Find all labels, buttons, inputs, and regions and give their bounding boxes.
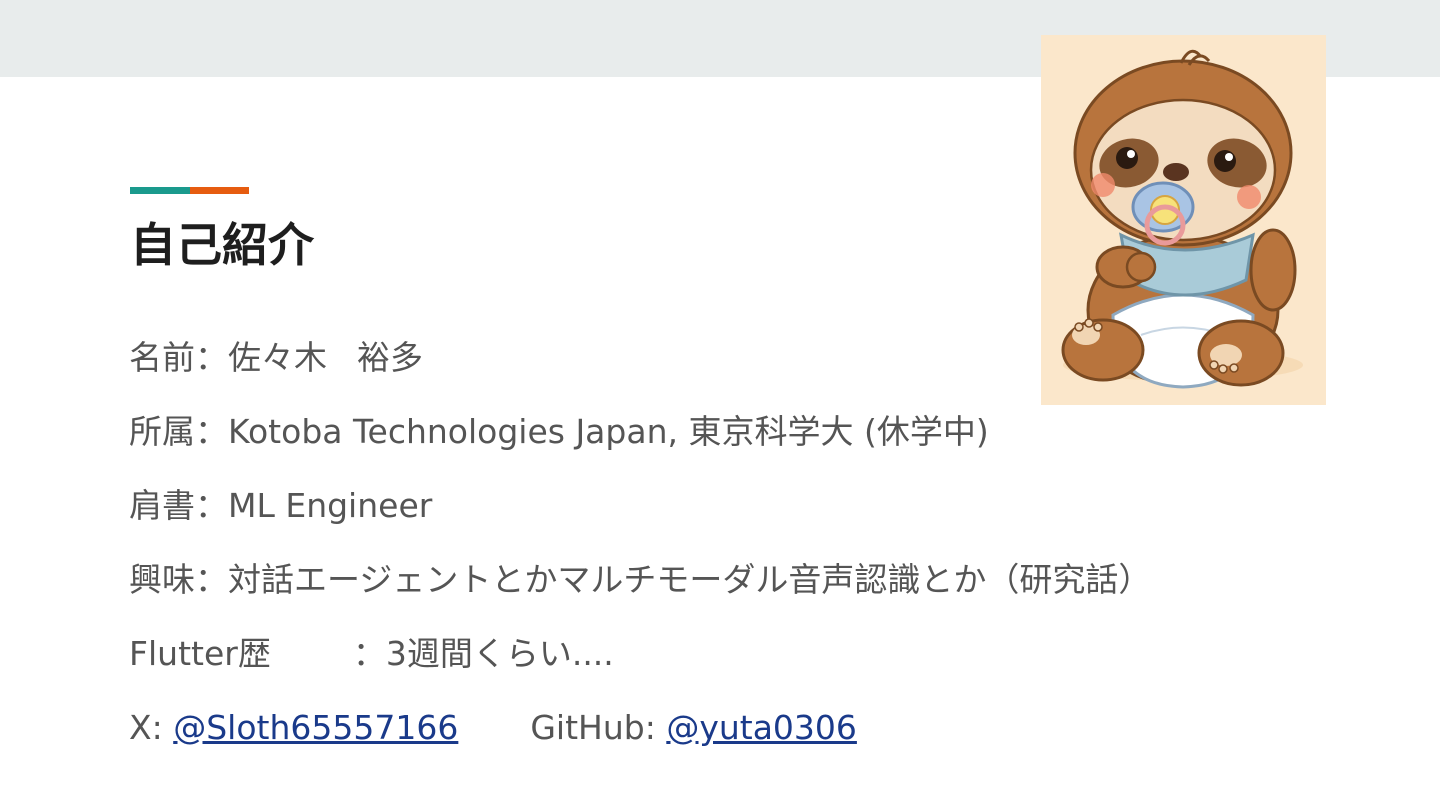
- x-handle-link[interactable]: @Sloth65557166: [173, 708, 458, 747]
- interests-value: 対話エージェントとかマルチモーダル音声認識とか（研究話）: [228, 560, 1152, 599]
- name-colon: ：: [195, 338, 228, 377]
- name-row: 名前：佐々木 裕多: [129, 338, 423, 378]
- affiliation-row: 所属：Kotoba Technologies Japan, 東京科学大 (休学中…: [129, 412, 989, 452]
- affiliation-value: Kotoba Technologies Japan, 東京科学大 (休学中): [228, 412, 989, 451]
- github-label: GitHub:: [530, 708, 667, 747]
- title-accent-teal: [130, 187, 190, 194]
- affiliation-label: 所属: [129, 412, 195, 451]
- interests-label: 興味: [129, 560, 195, 599]
- sloth-illustration: [1041, 35, 1326, 405]
- name-given: 裕多: [357, 338, 423, 377]
- name-label: 名前: [129, 338, 195, 377]
- name-family: 佐々木: [228, 338, 327, 377]
- x-label: X:: [129, 708, 174, 747]
- title-accent-orange: [190, 187, 249, 194]
- github-handle-link[interactable]: @yuta0306: [666, 708, 857, 747]
- interests-row: 興味：対話エージェントとかマルチモーダル音声認識とか（研究話）: [129, 560, 1151, 600]
- links-row: X: @Sloth65557166 GitHub: @yuta0306: [129, 708, 857, 748]
- job-title-value: ML Engineer: [228, 486, 433, 525]
- affiliation-colon: ：: [195, 412, 228, 451]
- baby-sloth-icon: [1061, 49, 1303, 389]
- job-title-colon: ：: [195, 486, 228, 525]
- flutter-label: Flutter歴: [129, 634, 271, 673]
- flutter-row: Flutter歴 ：3週間くらい....: [129, 634, 614, 674]
- interests-colon: ：: [195, 560, 228, 599]
- flutter-value: 3週間くらい....: [385, 634, 614, 673]
- job-title-row: 肩書：ML Engineer: [129, 486, 432, 526]
- slide-title: 自己紹介: [130, 218, 314, 272]
- job-title-label: 肩書: [129, 486, 195, 525]
- flutter-colon: ：: [352, 634, 386, 673]
